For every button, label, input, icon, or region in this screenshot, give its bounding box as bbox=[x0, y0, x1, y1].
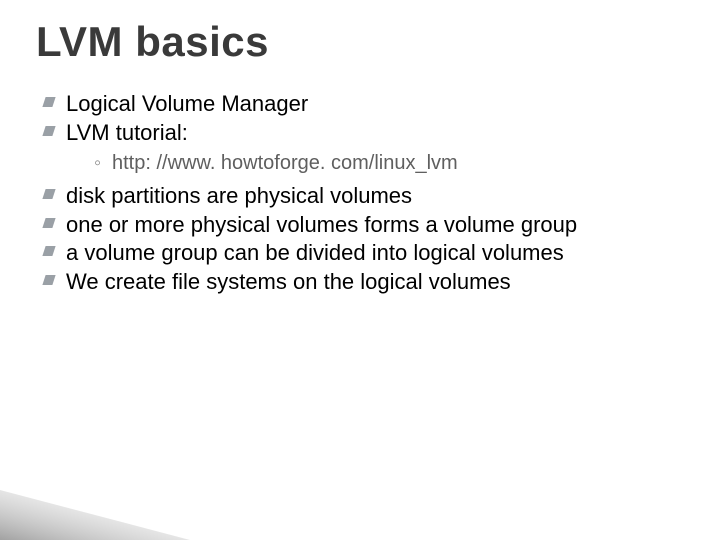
list-item: LVM tutorial: http: //www. howtoforge. c… bbox=[44, 119, 684, 177]
list-item: disk partitions are physical volumes bbox=[44, 182, 684, 210]
list-item-text: Logical Volume Manager bbox=[66, 91, 308, 116]
list-item-text: one or more physical volumes forms a vol… bbox=[66, 212, 577, 237]
slide-title: LVM basics bbox=[36, 18, 684, 66]
list-item-text: a volume group can be divided into logic… bbox=[66, 240, 564, 265]
list-item-text: We create file systems on the logical vo… bbox=[66, 269, 511, 294]
list-item-text: disk partitions are physical volumes bbox=[66, 183, 412, 208]
list-item: a volume group can be divided into logic… bbox=[44, 239, 684, 267]
sub-list-item: http: //www. howtoforge. com/linux_lvm bbox=[94, 150, 684, 176]
sub-bullet-list: http: //www. howtoforge. com/linux_lvm bbox=[66, 150, 684, 176]
list-item: Logical Volume Manager bbox=[44, 90, 684, 118]
bullet-list: Logical Volume Manager LVM tutorial: htt… bbox=[36, 90, 684, 295]
corner-shadow-icon bbox=[0, 470, 190, 540]
sub-list-item-text: http: //www. howtoforge. com/linux_lvm bbox=[112, 152, 458, 174]
list-item: one or more physical volumes forms a vol… bbox=[44, 211, 684, 239]
list-item-text: LVM tutorial: bbox=[66, 120, 188, 145]
slide: LVM basics Logical Volume Manager LVM tu… bbox=[0, 0, 720, 540]
list-item: We create file systems on the logical vo… bbox=[44, 268, 684, 296]
